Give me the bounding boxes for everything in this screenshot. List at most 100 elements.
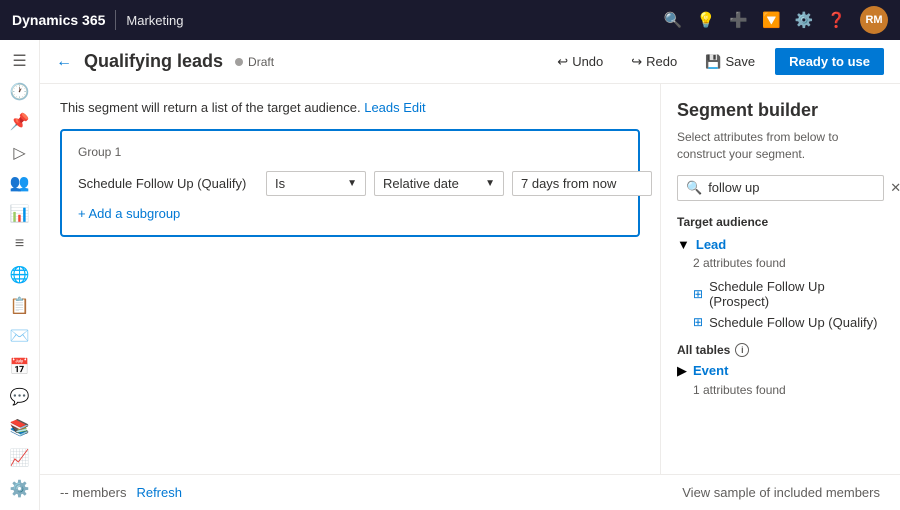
sidebar-home-icon[interactable]: 🕐 [2, 79, 38, 106]
clear-search-icon[interactable]: ✕ [890, 180, 900, 196]
all-tables-info-icon[interactable]: i [735, 343, 749, 357]
date-type-value: Relative date [383, 176, 459, 191]
sidebar-email-icon[interactable]: ✉️ [2, 323, 38, 350]
lead-entity-group: ▼ Lead 2 attributes found ⊞ Schedule Fol… [677, 237, 884, 333]
nav-icons: 🔍 💡 ➕ 🔽 ⚙️ ❓ RM [664, 6, 888, 34]
panel-title: Segment builder [677, 100, 884, 121]
add-subgroup-label: + Add a subgroup [78, 206, 180, 221]
sidebar-marketing-icon[interactable]: ▷ [2, 140, 38, 167]
sidebar-recent-icon[interactable]: 📌 [2, 109, 38, 136]
lead-entity-header[interactable]: ▼ Lead [677, 237, 884, 252]
app-body: ☰ 🕐 📌 ▷ 👥 📊 ≡ 🌐 📋 ✉️ 📅 💬 📚 📈 ⚙️ ← Qualif… [0, 40, 900, 510]
event-expand-icon: ▶ [677, 363, 687, 379]
command-bar: ← Qualifying leads Draft ↩ Undo ↪ Redo 💾… [40, 40, 900, 84]
main-area: ← Qualifying leads Draft ↩ Undo ↪ Redo 💾… [40, 40, 900, 510]
all-tables-label: All tables [677, 343, 730, 357]
sidebar-events-icon[interactable]: 📅 [2, 353, 38, 380]
status-label: Draft [248, 55, 274, 69]
condition-row: Schedule Follow Up (Qualify) Is ▼ Relati… [78, 171, 622, 196]
search-icon[interactable]: 🔍 [664, 11, 683, 29]
segment-edit-link[interactable]: Edit [403, 100, 425, 115]
segment-entity-link[interactable]: Leads [364, 100, 399, 115]
attribute-icon-prospect: ⊞ [693, 287, 703, 301]
lead-entity-name: Lead [696, 237, 726, 252]
members-count: -- members [60, 485, 126, 500]
lead-attributes-count: 2 attributes found [693, 256, 884, 270]
date-type-select[interactable]: Relative date ▼ [374, 171, 504, 196]
save-label: Save [725, 54, 755, 69]
group-box: Group 1 Schedule Follow Up (Qualify) Is … [60, 129, 640, 237]
user-avatar[interactable]: RM [860, 6, 888, 34]
event-entity-header[interactable]: ▶ Event [677, 363, 884, 379]
sidebar-library-icon[interactable]: 📚 [2, 414, 38, 441]
operator-select[interactable]: Is ▼ [266, 171, 366, 196]
event-entity-group: ▶ Event 1 attributes found [677, 363, 884, 397]
date-type-chevron: ▼ [485, 178, 495, 189]
refresh-link[interactable]: Refresh [136, 485, 182, 500]
segment-area: This segment will return a list of the t… [40, 84, 660, 474]
sidebar-segments-icon[interactable]: 📊 [2, 201, 38, 228]
nav-divider [115, 10, 116, 30]
panel-description: Select attributes from below to construc… [677, 129, 884, 163]
value-text: 7 days from now [521, 176, 616, 191]
search-input[interactable] [708, 180, 884, 195]
ready-button[interactable]: Ready to use [775, 48, 884, 75]
search-icon: 🔍 [686, 180, 702, 196]
operator-chevron: ▼ [347, 178, 357, 189]
segment-description: This segment will return a list of the t… [60, 100, 640, 115]
undo-icon: ↩ [557, 54, 568, 70]
back-button[interactable]: ← [56, 53, 72, 71]
redo-label: Redo [646, 54, 677, 69]
segment-panel: Segment builder Select attributes from b… [660, 84, 900, 474]
footer-right: View sample of included members [682, 485, 880, 500]
module-name: Marketing [126, 13, 183, 28]
target-audience-label: Target audience [677, 215, 884, 229]
attribute-label-prospect: Schedule Follow Up (Prospect) [709, 279, 878, 309]
sidebar-forms-icon[interactable]: 📋 [2, 292, 38, 319]
condition-value: 7 days from now [512, 171, 652, 196]
sidebar: ☰ 🕐 📌 ▷ 👥 📊 ≡ 🌐 📋 ✉️ 📅 💬 📚 📈 ⚙️ [0, 40, 40, 510]
brand-name: Dynamics 365 [12, 12, 105, 28]
sidebar-globe-icon[interactable]: 🌐 [2, 262, 38, 289]
top-nav: Dynamics 365 Marketing 🔍 💡 ➕ 🔽 ⚙️ ❓ RM [0, 0, 900, 40]
page-content: This segment will return a list of the t… [40, 84, 900, 510]
brand-logo: Dynamics 365 [12, 12, 105, 28]
attribute-item-qualify[interactable]: ⊞ Schedule Follow Up (Qualify) [677, 312, 884, 333]
lead-collapse-icon: ▼ [677, 237, 690, 252]
group-label: Group 1 [78, 145, 622, 159]
help-icon[interactable]: ❓ [827, 11, 846, 29]
condition-field-name: Schedule Follow Up (Qualify) [78, 176, 258, 191]
search-box[interactable]: 🔍 ✕ [677, 175, 884, 201]
attribute-icon-qualify: ⊞ [693, 315, 703, 329]
sidebar-chat-icon[interactable]: 💬 [2, 384, 38, 411]
undo-label: Undo [572, 54, 603, 69]
undo-button[interactable]: ↩ Undo [549, 50, 611, 74]
status-dot [235, 58, 243, 66]
view-sample-label: View sample of included members [682, 485, 880, 500]
redo-icon: ↪ [631, 54, 642, 70]
filter-icon[interactable]: 🔽 [762, 11, 781, 29]
lightbulb-icon[interactable]: 💡 [697, 11, 716, 29]
attribute-label-qualify: Schedule Follow Up (Qualify) [709, 315, 877, 330]
save-button[interactable]: 💾 Save [697, 50, 763, 74]
event-entity-name: Event [693, 363, 728, 378]
operator-value: Is [275, 176, 285, 191]
all-tables-header: All tables i [677, 343, 884, 357]
content-with-panel: This segment will return a list of the t… [40, 84, 900, 474]
sidebar-journeys-icon[interactable]: ≡ [2, 231, 38, 258]
status-badge: Draft [235, 55, 274, 69]
segment-desc-text: This segment will return a list of the t… [60, 100, 361, 115]
sidebar-menu-icon[interactable]: ☰ [2, 48, 38, 75]
settings-icon[interactable]: ⚙️ [795, 11, 814, 29]
plus-icon[interactable]: ➕ [729, 11, 748, 29]
sidebar-analytics-icon[interactable]: 📈 [2, 445, 38, 472]
footer-bar: -- members Refresh View sample of includ… [40, 474, 900, 510]
page-title: Qualifying leads [84, 51, 223, 72]
attribute-item-prospect[interactable]: ⊞ Schedule Follow Up (Prospect) [677, 276, 884, 312]
save-icon: 💾 [705, 54, 721, 70]
sidebar-settings2-icon[interactable]: ⚙️ [2, 475, 38, 502]
add-subgroup-button[interactable]: + Add a subgroup [78, 206, 622, 221]
redo-button[interactable]: ↪ Redo [623, 50, 685, 74]
footer-left: -- members Refresh [60, 485, 182, 500]
sidebar-contacts-icon[interactable]: 👥 [2, 170, 38, 197]
